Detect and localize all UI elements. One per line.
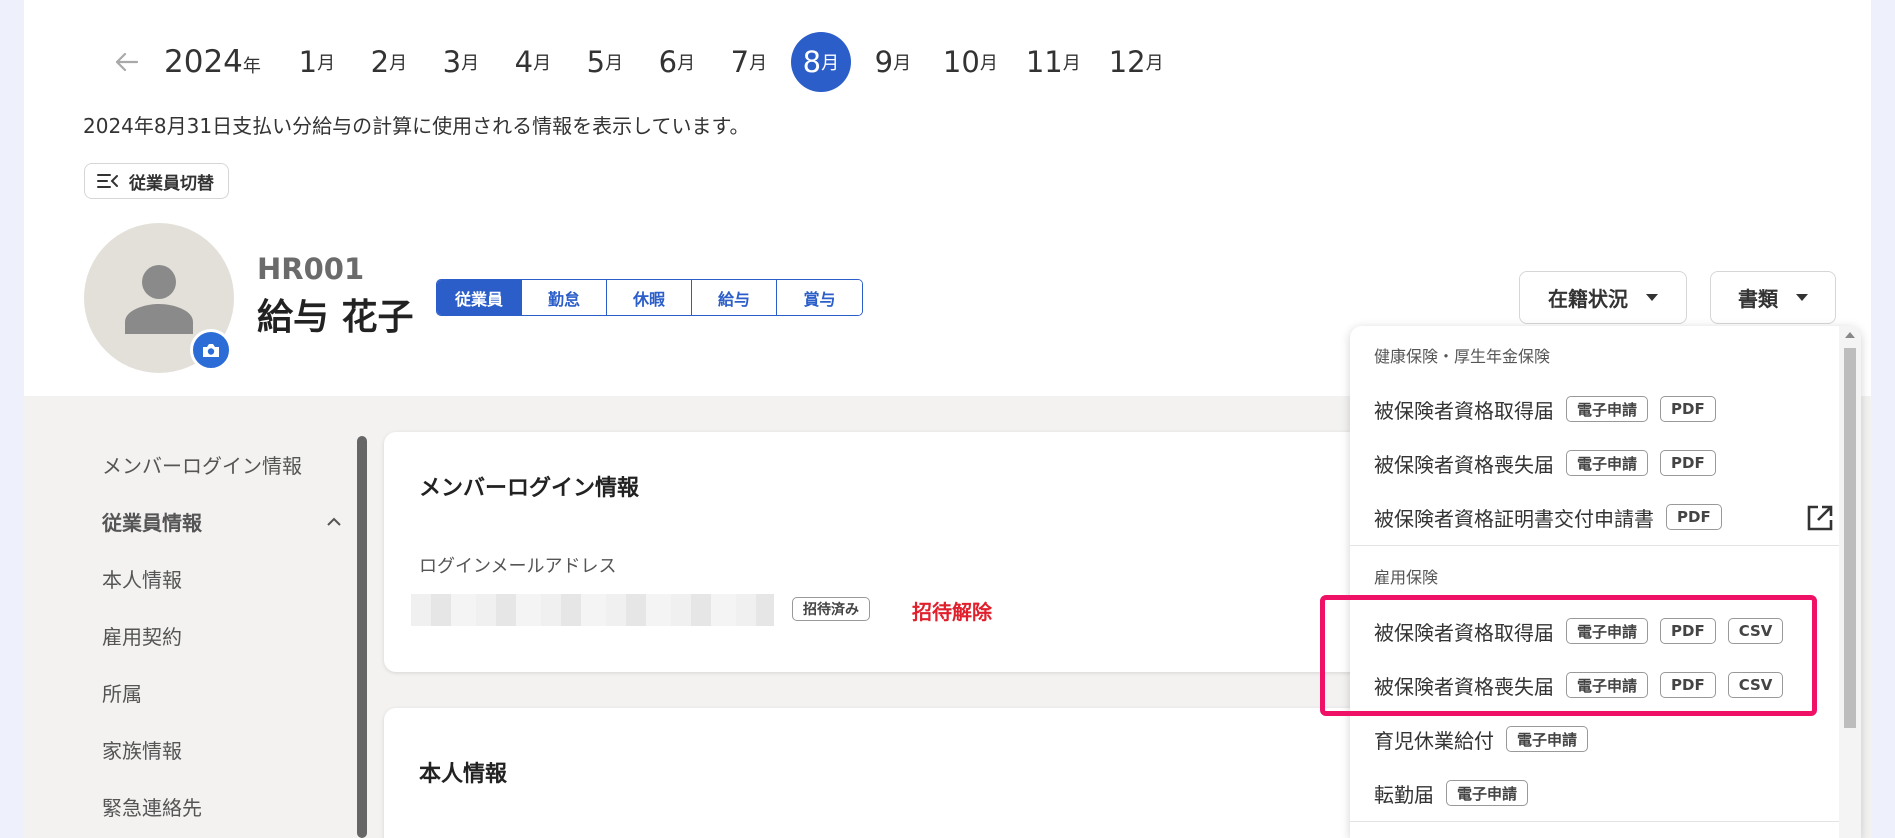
sidebar-item-label: 家族情報 (102, 739, 182, 763)
e-application-badge[interactable]: 電子申請 (1446, 780, 1529, 806)
month-9[interactable]: 9月 (863, 32, 923, 92)
back-arrow-icon[interactable] (110, 45, 144, 79)
chevron-up-icon (327, 517, 341, 526)
sidebar-item-family-info[interactable]: 家族情報 (102, 721, 342, 778)
month-8-active[interactable]: 8月 (790, 32, 851, 92)
month-11[interactable]: 11 月 (1018, 32, 1089, 92)
sidebar-item-label: 従業員情報 (102, 511, 202, 535)
tab-bonus[interactable]: 賞与 (777, 280, 862, 315)
tab-attendance[interactable]: 勤怠 (522, 280, 607, 315)
pdf-badge[interactable]: PDF (1660, 450, 1716, 476)
month-10[interactable]: 10 月 (935, 32, 1006, 92)
side-nav: メンバーログイン情報 従業員情報 本人情報 雇用契約 所属 家族情報 緊急連絡先 (102, 436, 342, 835)
menu-item-label: 被保険者資格取得届 (1374, 398, 1554, 423)
scroll-up-icon[interactable] (1845, 332, 1855, 338)
sidebar-item-label: 所属 (102, 682, 142, 706)
month-6[interactable]: 6月 (647, 32, 707, 92)
e-application-badge[interactable]: 電子申請 (1506, 726, 1589, 752)
month-12[interactable]: 12 月 (1101, 32, 1172, 92)
masked-email (411, 594, 774, 626)
employment-status-button[interactable]: 在籍状況 (1519, 271, 1687, 324)
tab-salary[interactable]: 給与 (692, 280, 777, 315)
month-3[interactable]: 3月 (431, 32, 491, 92)
menu-divider (1350, 545, 1840, 546)
sidebar-item-label: 雇用契約 (102, 625, 182, 649)
menu-item-label: 被保険者資格喪失届 (1374, 452, 1554, 477)
employee-tabs: 従業員 勤怠 休暇 給与 賞与 (436, 279, 863, 316)
menu-item-health-loss[interactable]: 被保険者資格喪失届 電子申請 PDF (1374, 443, 1834, 483)
month-5[interactable]: 5月 (575, 32, 635, 92)
tab-leave[interactable]: 休暇 (607, 280, 692, 315)
menu-item-transfer-notice[interactable]: 転勤届 電子申請 (1374, 773, 1834, 813)
menu-item-label: 被保険者資格証明書交付申請書 (1374, 506, 1654, 531)
sidebar-item-employee-info[interactable]: 従業員情報 (102, 493, 342, 550)
card-title: 本人情報 (419, 762, 508, 787)
month-1[interactable]: 1月 (287, 32, 347, 92)
employee-name: 給与 花子 (257, 297, 414, 338)
month-4[interactable]: 4月 (503, 32, 563, 92)
person-icon (125, 265, 193, 334)
cancel-invite-link[interactable]: 招待解除 (912, 596, 992, 625)
menu-section-employment-insurance: 雇用保険 (1374, 568, 1439, 587)
menu-item-certificate-request[interactable]: 被保険者資格証明書交付申請書 PDF (1374, 497, 1834, 537)
menu-item-label: 育児休業給付 (1374, 728, 1494, 753)
employee-code: HR001 (257, 252, 365, 286)
menu-item-label: 転勤届 (1374, 782, 1434, 807)
month-selector: 2024年 1月 2月 3月 4月 5月 6月 7月 8月 9月 10 月 11 月… (110, 30, 1184, 94)
caret-down-icon (1796, 294, 1808, 301)
year-label[interactable]: 2024年 (164, 44, 261, 80)
sidebar-scrollbar[interactable] (357, 436, 367, 838)
sidebar-item-employment-contract[interactable]: 雇用契約 (102, 607, 342, 664)
month-2[interactable]: 2月 (359, 32, 419, 92)
sidebar-item-label: 本人情報 (102, 568, 182, 592)
documents-dropdown-menu: 健康保険・厚生年金保険 被保険者資格取得届 電子申請 PDF 被保険者資格喪失届… (1350, 326, 1861, 838)
employment-status-label: 在籍状況 (1548, 287, 1628, 311)
employee-switch-button[interactable]: 従業員切替 (84, 163, 229, 199)
sidebar-item-personal-info[interactable]: 本人情報 (102, 550, 342, 607)
caret-down-icon (1646, 294, 1658, 301)
sidebar-item-affiliation[interactable]: 所属 (102, 664, 342, 721)
list-collapse-icon (97, 174, 118, 188)
scrollbar-thumb[interactable] (1844, 348, 1856, 728)
menu-section-health-pension: 健康保険・厚生年金保険 (1374, 347, 1551, 366)
documents-label: 書類 (1738, 287, 1778, 311)
highlight-box (1320, 595, 1817, 716)
employee-switch-label: 従業員切替 (129, 173, 214, 194)
pdf-badge[interactable]: PDF (1660, 396, 1716, 422)
sidebar-item-label: 緊急連絡先 (102, 796, 202, 820)
external-link-icon[interactable] (1806, 504, 1834, 532)
login-email-label: ログインメールアドレス (419, 556, 617, 577)
menu-item-childcare-benefit[interactable]: 育児休業給付 電子申請 (1374, 719, 1834, 759)
sidebar-item-emergency-contact[interactable]: 緊急連絡先 (102, 778, 342, 835)
card-title: メンバーログイン情報 (419, 476, 640, 501)
tab-employee[interactable]: 従業員 (437, 280, 522, 315)
e-application-badge[interactable]: 電子申請 (1566, 450, 1649, 476)
menu-divider (1350, 821, 1840, 822)
e-application-badge[interactable]: 電子申請 (1566, 396, 1649, 422)
invited-badge: 招待済み (792, 597, 870, 621)
info-text: 2024年8月31日支払い分給与の計算に使用される情報を表示しています。 (83, 114, 750, 138)
camera-icon[interactable] (190, 329, 232, 371)
menu-scrollbar[interactable] (1839, 326, 1861, 838)
sidebar-item-member-login[interactable]: メンバーログイン情報 (102, 436, 342, 493)
menu-item-health-acquisition[interactable]: 被保険者資格取得届 電子申請 PDF (1374, 389, 1834, 429)
sidebar-item-label: メンバーログイン情報 (102, 454, 302, 478)
documents-button[interactable]: 書類 (1710, 271, 1836, 324)
pdf-badge[interactable]: PDF (1666, 504, 1722, 530)
month-7[interactable]: 7月 (719, 32, 779, 92)
